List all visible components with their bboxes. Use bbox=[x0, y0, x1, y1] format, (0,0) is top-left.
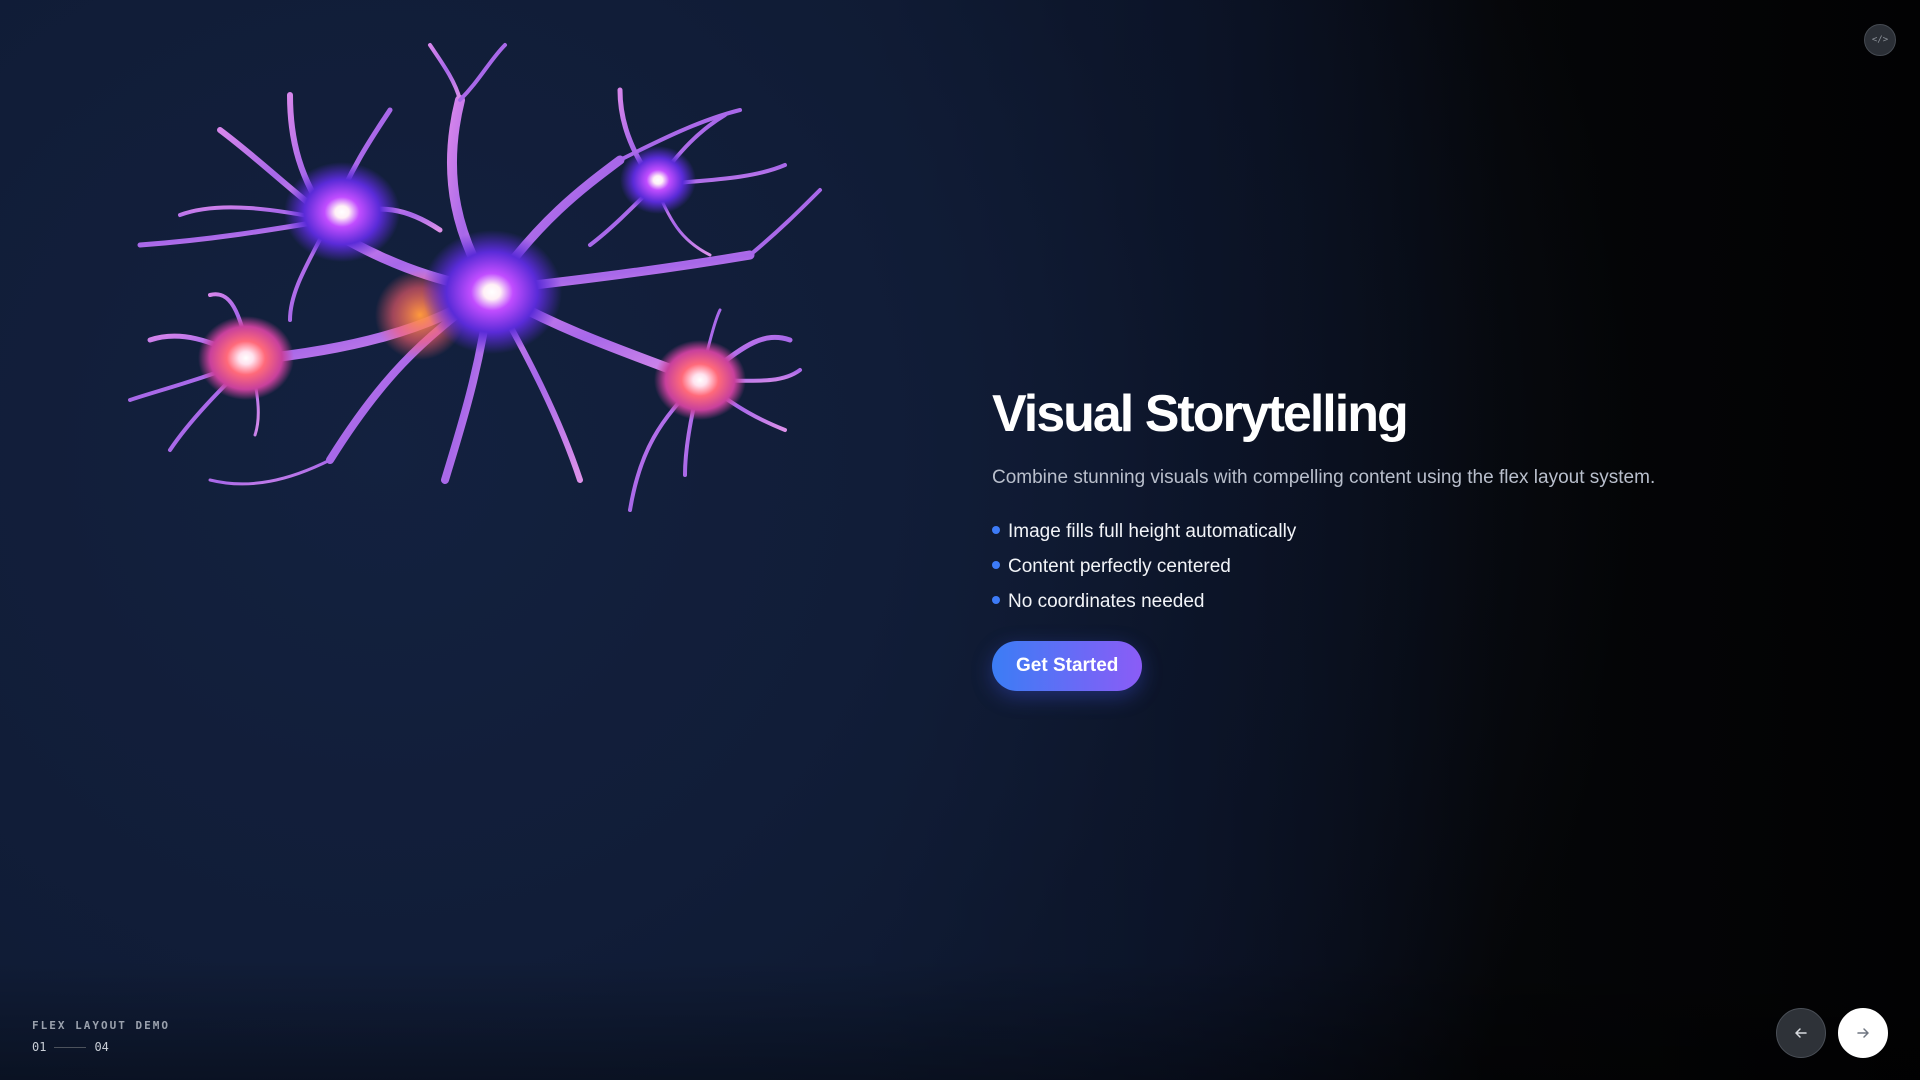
deck-title: FLEX LAYOUT DEMO bbox=[32, 1019, 170, 1032]
code-toggle-button[interactable]: </> bbox=[1864, 24, 1896, 56]
neuron-illustration bbox=[128, 43, 822, 512]
slide: Visual Storytelling Combine stunning vis… bbox=[0, 0, 1920, 1080]
neuron-image bbox=[60, 40, 920, 600]
feature-label: No coordinates needed bbox=[1008, 591, 1205, 612]
bullet-icon bbox=[992, 560, 1000, 569]
feature-list: Image fills full height automatically Co… bbox=[992, 514, 1752, 619]
arrow-right-icon bbox=[1857, 1028, 1869, 1038]
bullet-icon bbox=[992, 595, 1000, 604]
current-page: 01 bbox=[32, 1040, 47, 1054]
page-progress-line bbox=[54, 1046, 87, 1048]
feature-label: Content perfectly centered bbox=[1008, 556, 1231, 577]
content-panel: Visual Storytelling Combine stunning vis… bbox=[992, 384, 1752, 691]
next-slide-button[interactable] bbox=[1838, 1008, 1888, 1058]
page-indicator: 01 04 bbox=[32, 1040, 170, 1054]
feature-label: Image fills full height automatically bbox=[1008, 521, 1297, 542]
arrow-left-icon bbox=[1795, 1028, 1807, 1038]
deck-info: FLEX LAYOUT DEMO 01 04 bbox=[32, 1019, 170, 1054]
slide-title: Visual Storytelling bbox=[992, 385, 1409, 443]
get-started-button[interactable]: Get Started bbox=[992, 641, 1143, 691]
slide-navigation bbox=[1776, 1008, 1888, 1058]
bullet-icon bbox=[992, 525, 1000, 534]
feature-item: Image fills full height automatically bbox=[992, 514, 1752, 549]
previous-slide-button[interactable] bbox=[1776, 1008, 1826, 1058]
feature-item: No coordinates needed bbox=[992, 584, 1752, 619]
feature-item: Content perfectly centered bbox=[992, 549, 1752, 584]
total-pages: 04 bbox=[94, 1040, 109, 1054]
slide-description: Combine stunning visuals with compelling… bbox=[992, 467, 1656, 488]
code-icon: </> bbox=[1871, 35, 1889, 45]
